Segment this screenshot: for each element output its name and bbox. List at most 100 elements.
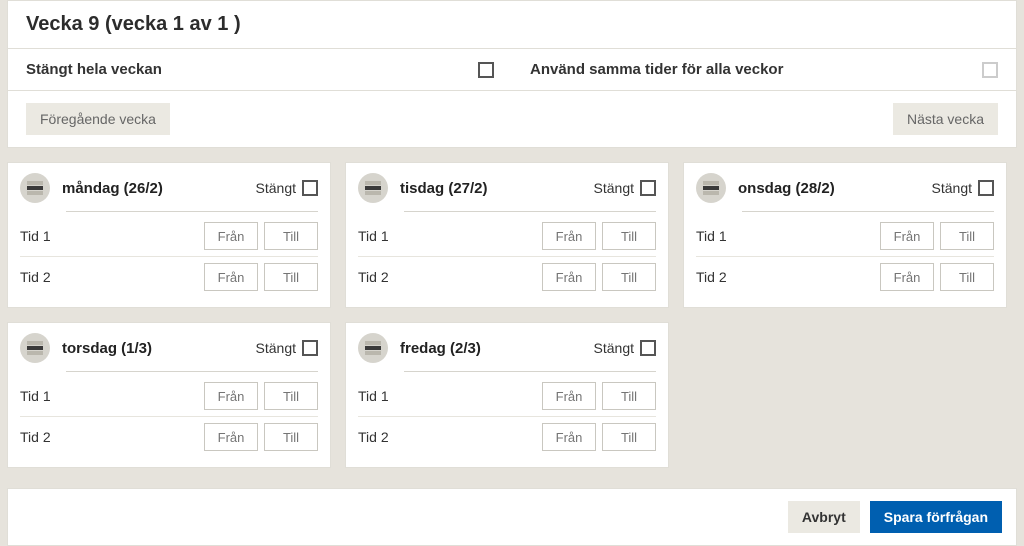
day-card: tisdag (27/2) Stängt Tid 1 Tid 2 [345,162,669,308]
day-header: fredag (2/3) Stängt [358,333,656,371]
footer-bar: Avbryt Spara förfrågan [7,488,1017,546]
divider [404,371,656,372]
day-name: torsdag (1/3) [62,340,152,357]
time-row-label: Tid 2 [358,269,418,285]
day-card: måndag (26/2) Stängt Tid 1 Tid 2 [7,162,331,308]
time-row-label: Tid 2 [696,269,756,285]
divider [696,256,994,257]
menu-icon[interactable] [358,333,388,363]
day-card: fredag (2/3) Stängt Tid 1 Tid 2 [345,322,669,468]
time-row-label: Tid 1 [358,228,418,244]
time-to-input[interactable] [940,222,994,250]
next-week-button[interactable]: Nästa vecka [893,103,998,135]
time-row-label: Tid 2 [20,269,80,285]
time-to-input[interactable] [264,263,318,291]
time-to-input[interactable] [602,382,656,410]
divider [358,416,656,417]
time-to-input[interactable] [602,423,656,451]
time-from-input[interactable] [204,222,258,250]
time-row-label: Tid 1 [358,388,418,404]
time-inputs [542,222,656,250]
cancel-button[interactable]: Avbryt [788,501,860,533]
day-card: torsdag (1/3) Stängt Tid 1 Tid 2 [7,322,331,468]
time-from-input[interactable] [542,222,596,250]
time-inputs [204,222,318,250]
time-to-input[interactable] [602,222,656,250]
day-closed-checkbox[interactable] [302,180,318,196]
time-to-input[interactable] [264,423,318,451]
closed-week-checkbox[interactable] [478,62,494,78]
option-closed-week-label: Stängt hela veckan [26,61,162,78]
week-nav: Föregående vecka Nästa vecka [8,91,1016,147]
day-closed-checkbox[interactable] [640,340,656,356]
day-closed-toggle: Stängt [594,340,656,356]
time-row-label: Tid 1 [696,228,756,244]
time-to-input[interactable] [264,382,318,410]
prev-week-button[interactable]: Föregående vecka [26,103,170,135]
day-closed-label: Stängt [256,180,296,196]
day-closed-label: Stängt [256,340,296,356]
menu-icon[interactable] [20,333,50,363]
same-times-checkbox[interactable] [982,62,998,78]
time-from-input[interactable] [204,423,258,451]
time-row: Tid 2 [358,259,656,295]
time-to-input[interactable] [264,222,318,250]
menu-icon[interactable] [20,173,50,203]
day-closed-label: Stängt [594,340,634,356]
time-row: Tid 1 [358,378,656,414]
day-closed-toggle: Stängt [256,180,318,196]
time-inputs [204,423,318,451]
time-row: Tid 1 [358,218,656,254]
time-inputs [204,382,318,410]
time-row: Tid 1 [20,218,318,254]
week-panel: Vecka 9 (vecka 1 av 1 ) Stängt hela veck… [7,0,1017,148]
day-closed-checkbox[interactable] [978,180,994,196]
day-closed-checkbox[interactable] [640,180,656,196]
time-from-input[interactable] [542,423,596,451]
time-to-input[interactable] [602,263,656,291]
time-inputs [880,263,994,291]
day-name: måndag (26/2) [62,180,163,197]
time-inputs [542,263,656,291]
time-from-input[interactable] [880,263,934,291]
time-from-input[interactable] [204,263,258,291]
day-name: tisdag (27/2) [400,180,488,197]
time-row: Tid 2 [696,259,994,295]
day-closed-checkbox[interactable] [302,340,318,356]
menu-icon[interactable] [696,173,726,203]
day-closed-toggle: Stängt [932,180,994,196]
day-name: onsdag (28/2) [738,180,835,197]
option-closed-week: Stängt hela veckan [8,49,512,90]
time-row-label: Tid 2 [358,429,418,445]
day-closed-label: Stängt [594,180,634,196]
time-row-label: Tid 2 [20,429,80,445]
day-header: torsdag (1/3) Stängt [20,333,318,371]
time-from-input[interactable] [880,222,934,250]
time-row-label: Tid 1 [20,228,80,244]
time-row-label: Tid 1 [20,388,80,404]
time-row: Tid 2 [358,419,656,455]
menu-icon[interactable] [358,173,388,203]
time-row: Tid 2 [20,419,318,455]
submit-button[interactable]: Spara förfrågan [870,501,1002,533]
time-inputs [880,222,994,250]
day-name: fredag (2/3) [400,340,481,357]
option-same-times-label: Använd samma tider för alla veckor [530,61,783,78]
time-inputs [204,263,318,291]
time-row: Tid 1 [696,218,994,254]
day-closed-toggle: Stängt [256,340,318,356]
time-inputs [542,423,656,451]
options-row: Stängt hela veckan Använd samma tider fö… [8,49,1016,91]
time-to-input[interactable] [940,263,994,291]
time-inputs [542,382,656,410]
day-closed-label: Stängt [932,180,972,196]
time-from-input[interactable] [542,263,596,291]
divider [66,211,318,212]
time-from-input[interactable] [204,382,258,410]
option-same-times: Använd samma tider för alla veckor [512,49,1016,90]
divider [742,211,994,212]
day-header: onsdag (28/2) Stängt [696,173,994,211]
time-from-input[interactable] [542,382,596,410]
time-row: Tid 2 [20,259,318,295]
title-row: Vecka 9 (vecka 1 av 1 ) [8,1,1016,49]
